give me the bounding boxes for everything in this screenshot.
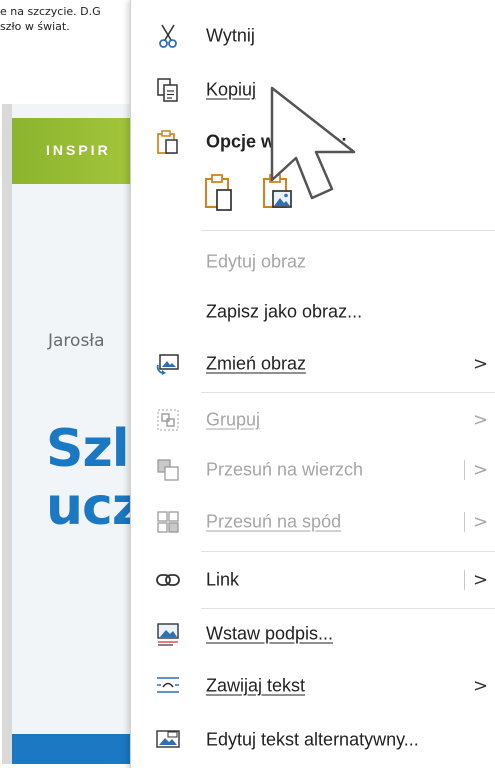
split-separator — [464, 570, 465, 590]
clipboard-icon — [154, 128, 182, 156]
menu-item-bring-to-front-label: Przesuń na wierzch — [206, 459, 364, 480]
alt-text-icon — [154, 726, 182, 754]
bring-to-front-icon — [154, 456, 182, 484]
submenu-arrow-icon: > — [473, 353, 489, 375]
send-to-back-icon — [154, 508, 182, 536]
link-icon — [154, 566, 182, 594]
submenu-arrow-icon: > — [473, 675, 489, 697]
menu-item-send-to-back[interactable]: Przesuń na spód > — [131, 496, 495, 548]
copy-icon — [154, 76, 182, 104]
menu-item-link-label: Link — [206, 569, 240, 590]
menu-item-group-label: Grupuj — [206, 409, 261, 430]
menu-item-insert-caption-label: Wstaw podpis... — [206, 623, 334, 644]
book-cover-footer — [12, 734, 142, 764]
menu-item-bring-to-front[interactable]: Przesuń na wierzch > — [131, 444, 495, 496]
book-series-label: INSPIR — [46, 142, 111, 158]
menu-item-copy-label: Kopiuj — [206, 79, 257, 100]
menu-item-group[interactable]: Grupuj > — [131, 394, 495, 446]
book-author: Jarosła — [48, 331, 105, 351]
menu-item-link[interactable]: Link > — [131, 554, 495, 606]
menu-divider — [201, 551, 495, 552]
document-line-1: e na szczycie. D.G — [0, 5, 101, 18]
menu-divider — [201, 392, 495, 393]
menu-item-change-image-label: Zmień obraz — [206, 353, 307, 374]
split-separator — [464, 460, 465, 480]
submenu-arrow-icon: > — [473, 409, 489, 431]
change-picture-icon — [154, 350, 182, 378]
book-cover-shadow — [2, 104, 12, 764]
menu-item-send-to-back-label: Przesuń na spód — [206, 511, 342, 532]
menu-item-edit-alt-text[interactable]: Edytuj tekst alternatywny... — [131, 714, 495, 766]
book-title-line-2: ucz — [46, 477, 142, 537]
book-title: Szl ucz — [46, 419, 142, 537]
menu-item-insert-caption[interactable]: Wstaw podpis... — [131, 608, 495, 660]
document-text: e na szczycie. D.G szło w świat. — [0, 4, 140, 34]
menu-item-cut-label: Wytnij — [206, 25, 255, 46]
menu-item-edit-image-label: Edytuj obraz — [206, 251, 307, 272]
menu-item-wrap-text-label: Zawijaj tekst — [206, 675, 306, 696]
menu-item-edit-alt-text-label: Edytuj tekst alternatywny... — [206, 729, 419, 750]
submenu-arrow-icon[interactable]: > — [473, 570, 488, 591]
mouse-pointer-icon — [268, 84, 378, 219]
menu-item-wrap-text[interactable]: Zawijaj tekst > — [131, 660, 495, 712]
paste-keep-formatting-button[interactable] — [203, 170, 237, 214]
wrap-text-icon — [154, 672, 182, 700]
menu-divider — [201, 230, 495, 231]
menu-item-edit-image[interactable]: Edytuj obraz — [131, 236, 495, 288]
menu-item-save-as-image-label: Zapisz jako obraz... — [206, 301, 363, 322]
menu-item-save-as-image[interactable]: Zapisz jako obraz... — [131, 286, 495, 338]
split-separator — [464, 512, 465, 532]
submenu-arrow-icon[interactable]: > — [473, 512, 488, 533]
document-line-2: szło w świat. — [0, 20, 70, 33]
menu-item-cut[interactable]: Wytnij — [131, 10, 495, 62]
submenu-arrow-icon[interactable]: > — [473, 460, 488, 481]
menu-item-change-image[interactable]: Zmień obraz > — [131, 338, 495, 390]
scissors-icon — [154, 22, 182, 50]
book-title-line-1: Szl — [46, 419, 130, 479]
paste-keep-formatting-icon — [205, 174, 232, 211]
book-cover-image[interactable]: INSPIR Jarosła Szl ucz — [12, 104, 142, 764]
group-icon — [154, 406, 182, 434]
insert-caption-icon — [154, 620, 182, 648]
